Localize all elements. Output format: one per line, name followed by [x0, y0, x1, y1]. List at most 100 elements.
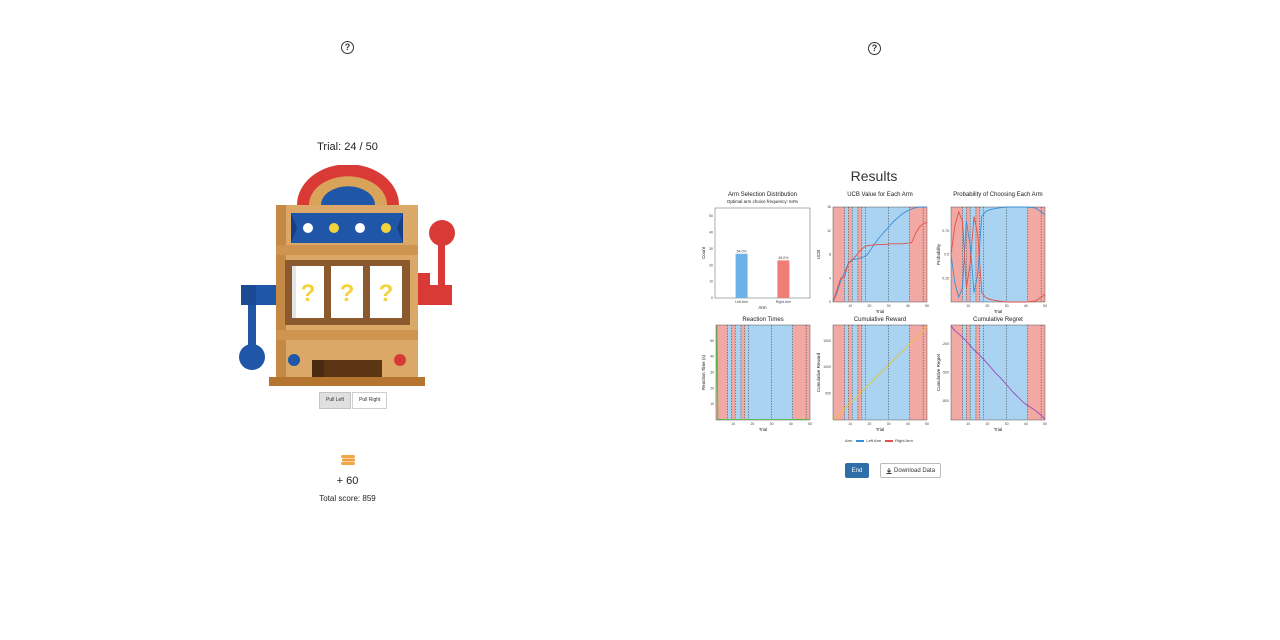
region-right-arm: [966, 325, 971, 420]
region-right-arm: [857, 207, 862, 302]
region-right-arm: [848, 325, 853, 420]
region-left-arm: [844, 207, 849, 302]
y-tick-label: 20: [709, 263, 713, 267]
region-left-arm: [970, 325, 976, 420]
pull-button-group: Pull Left Pull Right: [319, 392, 388, 409]
y-axis-label: UCB: [816, 250, 821, 260]
x-tick-label: 10: [966, 304, 970, 308]
chart-title: Cumulative Reward: [854, 317, 906, 323]
x-tick-label: 40: [906, 422, 910, 426]
legend-title: Arm: [845, 438, 853, 443]
region-right-arm: [909, 207, 927, 302]
x-tick-label: 20: [985, 422, 989, 426]
y-tick-label: 10: [710, 402, 714, 406]
chart-title: Cumulative Regret: [973, 317, 1023, 323]
region-left-arm: [983, 207, 1028, 302]
x-tick-label: 20: [867, 422, 871, 426]
y-tick-label: 20: [710, 386, 714, 390]
x-tick-label: 40: [1024, 422, 1028, 426]
y-tick-label: 40: [710, 355, 714, 359]
x-tick-label: 50: [925, 422, 929, 426]
y-axis-label: Cumulative Reward: [816, 352, 821, 392]
chart-title: Probability of Choosing Each Arm: [953, 192, 1042, 198]
y-tick-label: 30: [710, 371, 714, 375]
y-tick-label: 500: [825, 392, 831, 396]
y-tick-label: 0.75: [942, 229, 949, 233]
region-right-arm: [1027, 325, 1045, 420]
chart-arm-selection: Arm Selection Distribution Optimal arm ch…: [700, 188, 815, 313]
coin-stack-icon: [340, 453, 356, 471]
x-axis-label: Trial: [876, 427, 885, 432]
y-tick-label: 1500: [823, 339, 831, 343]
y-axis-label: Cumulative Regret: [936, 353, 941, 391]
y-tick-label: 10: [709, 280, 713, 284]
y-tick-label: -500: [942, 371, 949, 375]
chart-reaction-times: Reaction Times 10 20 30 40 50 10 20 30 40 50 Trial R…: [700, 313, 815, 435]
plot-area: [714, 207, 811, 299]
region-left-arm: [735, 325, 741, 420]
chart-cumulative-regret: Cumulative Regret 10 20 30 40 50 -200 -500 -800 T…: [935, 313, 1050, 435]
y-tick-label: 0.5: [944, 253, 949, 257]
trial-counter: Trial: 24 / 50: [317, 141, 378, 153]
x-tick-label: Right Arm: [776, 300, 791, 304]
legend-right-arm: Right Arm: [885, 438, 913, 443]
region-right-arm: [833, 325, 845, 420]
chart-title: UCB Value for Each Arm: [847, 192, 913, 198]
x-tick-label: 50: [925, 304, 929, 308]
chart-choice-probability: Probability of Choosing Each Arm 10 20 30 40…: [935, 188, 1050, 314]
x-axis-label: Trial: [994, 427, 1003, 432]
y-tick-label: 16: [827, 205, 831, 209]
x-tick-label: 30: [770, 422, 774, 426]
region-left-arm: [861, 325, 866, 420]
region-left-arm: [983, 325, 1028, 420]
total-score: Total score: 859: [319, 494, 376, 503]
region-right-arm: [966, 207, 971, 302]
region-left-arm: [861, 207, 866, 302]
legend-left-arm: Left Arm: [856, 438, 881, 443]
right-help-icon[interactable]: ?: [868, 42, 881, 55]
left-help-icon[interactable]: ?: [341, 41, 354, 54]
y-tick-label: 0: [711, 296, 713, 300]
region-left-arm: [727, 325, 732, 420]
results-title: Results: [850, 168, 898, 184]
region-left-arm: [852, 325, 858, 420]
region-right-arm: [731, 325, 736, 420]
bar-data-label: 46.0%: [778, 256, 788, 260]
pull-right-button[interactable]: Pull Right: [352, 392, 388, 409]
reel-symbol-3: ?: [379, 280, 394, 307]
x-tick-label: 30: [1005, 304, 1009, 308]
region-right-arm: [740, 325, 745, 420]
x-tick-label: 10: [966, 422, 970, 426]
slot-machine: ? ? ?: [235, 164, 460, 395]
y-tick-label: 30: [709, 247, 713, 251]
x-tick-label: 20: [867, 304, 871, 308]
x-tick-label: 20: [985, 304, 989, 308]
bar-right-arm: [777, 260, 790, 298]
end-button[interactable]: End: [845, 463, 869, 478]
region-left-arm: [748, 325, 793, 420]
pull-left-button[interactable]: Pull Left: [319, 392, 352, 409]
y-axis-label: Count: [701, 246, 706, 259]
y-tick-label: 0: [829, 300, 831, 304]
region-right-arm: [792, 325, 810, 420]
region-right-arm: [909, 325, 927, 420]
region-right-arm: [951, 207, 963, 302]
download-data-button[interactable]: Download Data: [880, 463, 942, 478]
reel-symbol-1: ?: [301, 280, 316, 307]
y-tick-label: 50: [710, 339, 714, 343]
x-tick-label: 10: [848, 304, 852, 308]
bar-data-label: 54.0%: [737, 249, 747, 253]
x-tick-label: 10: [731, 422, 735, 426]
y-tick-label: 12: [827, 229, 831, 233]
chart-subtitle: Optimal arm choice frequency: 64%: [727, 199, 798, 204]
region-left-arm: [865, 325, 910, 420]
chart-cumulative-reward: Cumulative Reward 10 20 30 40 50 500 1000 1500 Tr…: [815, 313, 935, 435]
region-right-arm: [975, 325, 980, 420]
region-right-arm: [1027, 207, 1045, 302]
x-tick-label: Left Arm: [735, 300, 748, 304]
x-tick-label: 30: [887, 422, 891, 426]
chart-ucb-values: UCB Value for Each Arm 10 20 30 40 50 0 4 8 12 16 T…: [815, 188, 935, 314]
x-tick-label: 30: [1005, 422, 1009, 426]
x-tick-label: 30: [887, 304, 891, 308]
download-data-label: Download Data: [894, 467, 936, 474]
